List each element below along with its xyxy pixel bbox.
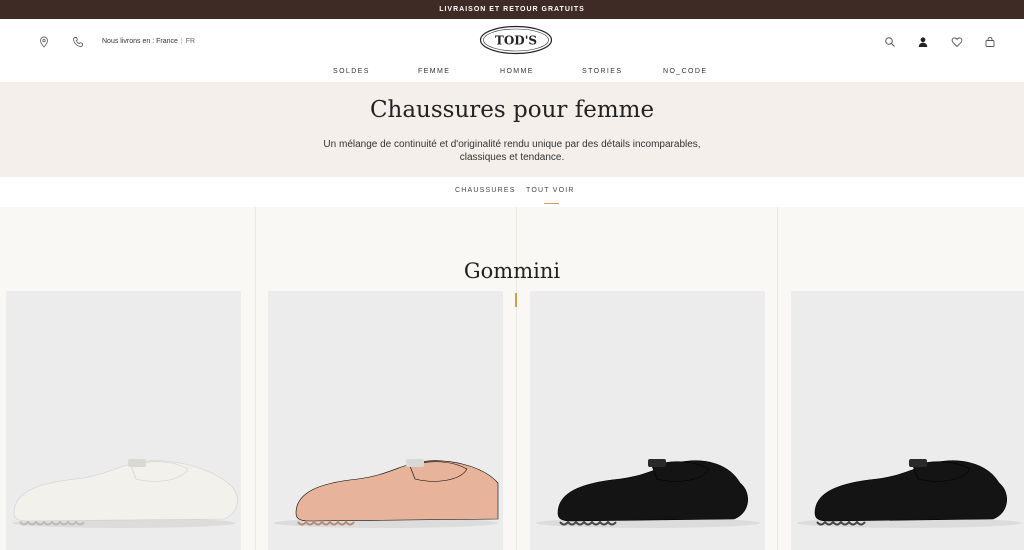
category-subnav: CHAUSSURES TOUT VOIR (0, 177, 1024, 207)
language-code: FR (185, 38, 196, 45)
nav-item-soldes[interactable]: SOLDES (333, 68, 370, 75)
shipping-banner: LIVRAISON ET RETOUR GRATUITS (0, 0, 1024, 19)
product-image-shoe (530, 291, 765, 550)
phone-icon[interactable] (72, 36, 84, 48)
page-title: Chaussures pour femme (369, 97, 655, 123)
ship-label: Nous livrons en : (102, 38, 155, 45)
product-card[interactable] (791, 291, 1024, 550)
nav-item-femme[interactable]: FEMME (418, 68, 450, 75)
product-image-shoe (791, 291, 1024, 550)
active-tab-underline (544, 203, 559, 204)
main-nav: SOLDES FEMME HOMME STORIES NO_CODE (0, 65, 1024, 82)
category-hero: Chaussures pour femme Un mélange de cont… (0, 82, 1024, 177)
page-description: Un mélange de continuité et d'originalit… (323, 139, 701, 163)
location-icon[interactable] (38, 36, 50, 48)
site-header: Nous livrons en : France | FR TOD'S (0, 19, 1024, 65)
nav-item-no-code[interactable]: NO_CODE (663, 68, 707, 75)
product-card[interactable] (6, 291, 241, 550)
subnav-item-chaussures[interactable]: CHAUSSURES (455, 187, 516, 194)
nav-item-stories[interactable]: STORIES (582, 68, 622, 75)
tods-logo[interactable]: TOD'S (479, 25, 553, 55)
ship-country: France (156, 38, 178, 45)
section-accent-mark (515, 293, 517, 307)
section-title: Gommini (463, 259, 561, 283)
search-icon[interactable] (884, 36, 896, 48)
bag-icon[interactable] (984, 36, 996, 48)
wishlist-icon[interactable] (951, 36, 963, 48)
product-card[interactable] (268, 291, 503, 550)
nav-item-homme[interactable]: HOMME (500, 68, 534, 75)
product-grid: Gommini (0, 207, 1024, 550)
product-image-shoe (268, 291, 503, 550)
logo-text: TOD'S (495, 34, 537, 48)
product-card[interactable] (530, 291, 765, 550)
shipping-country-selector[interactable]: Nous livrons en : France | FR (102, 38, 195, 45)
subnav-item-tout-voir[interactable]: TOUT VOIR (526, 187, 575, 194)
account-icon[interactable] (917, 36, 929, 48)
product-image-shoe (6, 291, 241, 550)
